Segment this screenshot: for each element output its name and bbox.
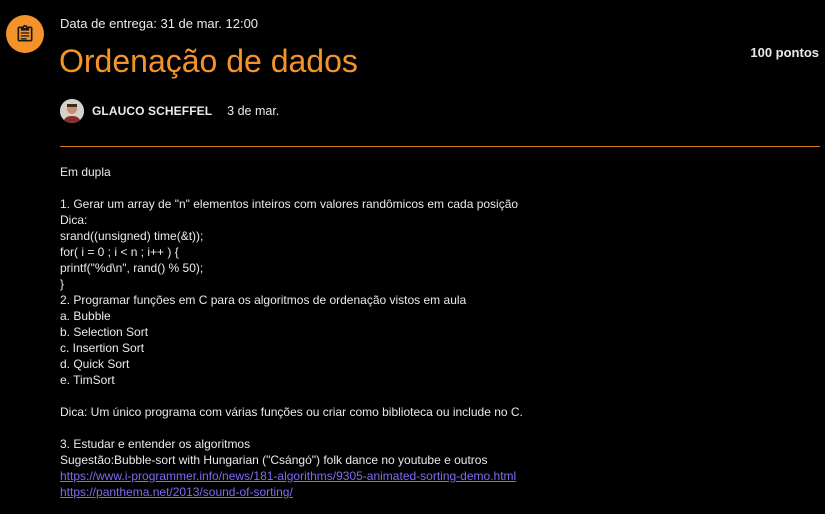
- assignment-page: Data de entrega: 31 de mar. 12:00 Ordena…: [0, 0, 825, 514]
- divider: [60, 146, 820, 147]
- clipboard-icon: [17, 24, 33, 42]
- description-line: e. TimSort: [60, 373, 115, 387]
- description-line: a. Bubble: [60, 309, 111, 323]
- description-line: c. Insertion Sort: [60, 341, 145, 355]
- description-line: [60, 180, 820, 196]
- description-line: for( i = 0 ; i < n ; i++ ) {: [60, 245, 179, 259]
- avatar-image: [60, 99, 84, 123]
- description-line: d. Quick Sort: [60, 357, 130, 371]
- author-row: GLAUCO SCHEFFEL 3 de mar.: [60, 98, 279, 124]
- description-line: }: [60, 277, 65, 291]
- description-line: Sugestão:Bubble-sort with Hungarian ("Cs…: [60, 453, 488, 467]
- description-line: [60, 388, 820, 404]
- description-line: Dica: Um único programa com várias funçõ…: [60, 405, 523, 419]
- assignment-description: Em dupla 1. Gerar um array de "n" elemen…: [60, 164, 820, 500]
- avatar[interactable]: [60, 99, 84, 123]
- description-line: srand((unsigned) time(&t));: [60, 229, 204, 243]
- description-line: Em dupla: [60, 165, 111, 179]
- points-badge: 100 pontos: [750, 45, 819, 60]
- description-line: 1. Gerar um array de "n" elementos intei…: [60, 197, 519, 211]
- link-sound-of-sorting[interactable]: https://panthema.net/2013/sound-of-sorti…: [60, 485, 293, 499]
- description-line: 2. Programar funções em C para os algori…: [60, 293, 467, 307]
- assignment-title: Ordenação de dados: [59, 43, 358, 79]
- description-line: printf("%d\n", rand() % 50);: [60, 261, 204, 275]
- description-line: b. Selection Sort: [60, 325, 149, 339]
- description-line: 3. Estudar e entender os algoritmos: [60, 437, 251, 451]
- description-line: [60, 420, 820, 436]
- assignment-icon: [6, 15, 44, 53]
- link-animated-sorting-demo[interactable]: https://www.i-programmer.info/news/181-a…: [60, 469, 516, 483]
- author-name: GLAUCO SCHEFFEL: [92, 104, 213, 118]
- description-line: Dica:: [60, 213, 88, 227]
- posted-date: 3 de mar.: [227, 104, 280, 118]
- due-date: Data de entrega: 31 de mar. 12:00: [60, 16, 259, 31]
